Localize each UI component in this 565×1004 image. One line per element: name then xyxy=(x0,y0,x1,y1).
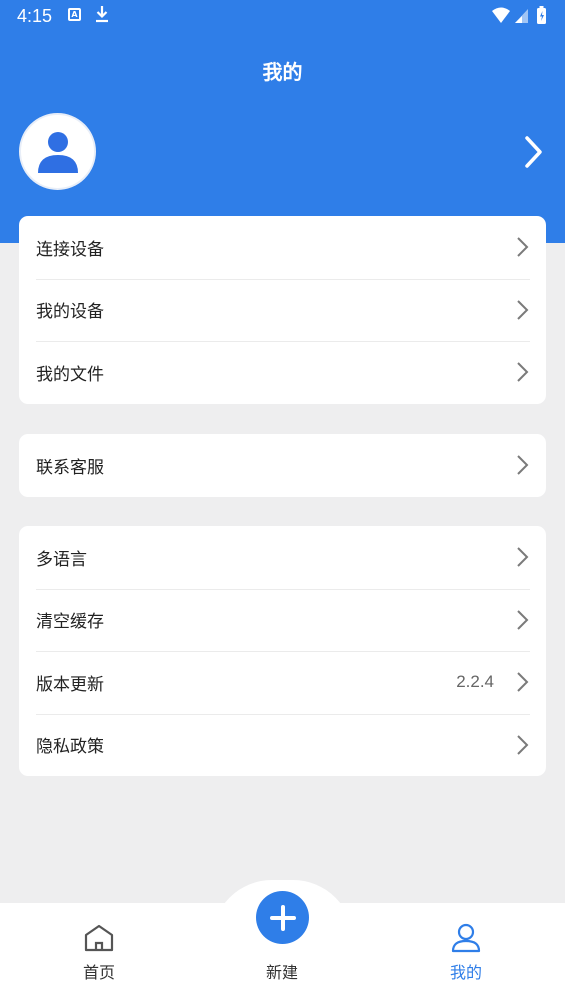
download-icon xyxy=(96,6,108,23)
chevron-right-icon xyxy=(517,610,529,630)
status-time: 4:15 xyxy=(17,6,53,26)
my-files-label: 我的文件 xyxy=(36,364,104,385)
profile-chevron-right-icon[interactable] xyxy=(522,134,546,170)
tab-mine[interactable]: 我的 xyxy=(426,923,506,983)
version-number: 2.2.4 xyxy=(456,672,494,692)
status-bar: 4:15 A xyxy=(0,0,565,32)
avatar[interactable] xyxy=(19,113,96,190)
connect-device-item[interactable]: 连接设备 xyxy=(19,216,546,279)
connect-device-label: 连接设备 xyxy=(36,239,104,260)
device-menu-card: 连接设备 我的设备 我的文件 xyxy=(19,216,546,404)
my-devices-label: 我的设备 xyxy=(36,302,104,323)
a-notification-icon: A xyxy=(68,8,81,21)
version-update-label: 版本更新 xyxy=(36,674,104,695)
home-icon xyxy=(84,924,114,952)
settings-card: 多语言 清空缓存 版本更新 2.2.4 隐私政策 xyxy=(19,526,546,776)
chevron-right-icon xyxy=(517,672,529,692)
user-avatar-icon xyxy=(37,131,78,173)
chevron-right-icon xyxy=(517,455,529,475)
my-devices-item[interactable]: 我的设备 xyxy=(19,278,546,342)
chevron-right-icon xyxy=(517,300,529,320)
tab-mine-label: 我的 xyxy=(449,963,482,982)
header-background xyxy=(0,0,565,243)
new-button-label[interactable]: 新建 xyxy=(242,959,322,983)
support-card: 联系客服 xyxy=(19,434,546,497)
tab-home-label: 首页 xyxy=(82,963,115,982)
page-title: 我的 xyxy=(262,60,303,84)
privacy-policy-item[interactable]: 隐私政策 xyxy=(19,713,546,777)
tab-home[interactable]: 首页 xyxy=(59,923,139,983)
chevron-right-icon xyxy=(517,237,529,257)
language-item[interactable]: 多语言 xyxy=(19,526,546,589)
contact-support-label: 联系客服 xyxy=(36,457,104,478)
language-label: 多语言 xyxy=(36,549,87,570)
chevron-right-icon xyxy=(517,362,529,382)
clear-cache-item[interactable]: 清空缓存 xyxy=(19,588,546,652)
version-update-item[interactable]: 版本更新 2.2.4 xyxy=(19,651,546,714)
plus-icon xyxy=(269,904,296,931)
system-status-icons xyxy=(492,6,546,24)
chevron-right-icon xyxy=(517,735,529,755)
clear-cache-label: 清空缓存 xyxy=(36,612,104,633)
contact-support-item[interactable]: 联系客服 xyxy=(19,434,546,497)
new-button[interactable] xyxy=(256,891,309,944)
user-icon xyxy=(451,923,481,953)
chevron-right-icon xyxy=(517,547,529,567)
my-files-item[interactable]: 我的文件 xyxy=(19,341,546,404)
wifi-icon xyxy=(492,7,510,23)
privacy-policy-label: 隐私政策 xyxy=(36,737,104,758)
